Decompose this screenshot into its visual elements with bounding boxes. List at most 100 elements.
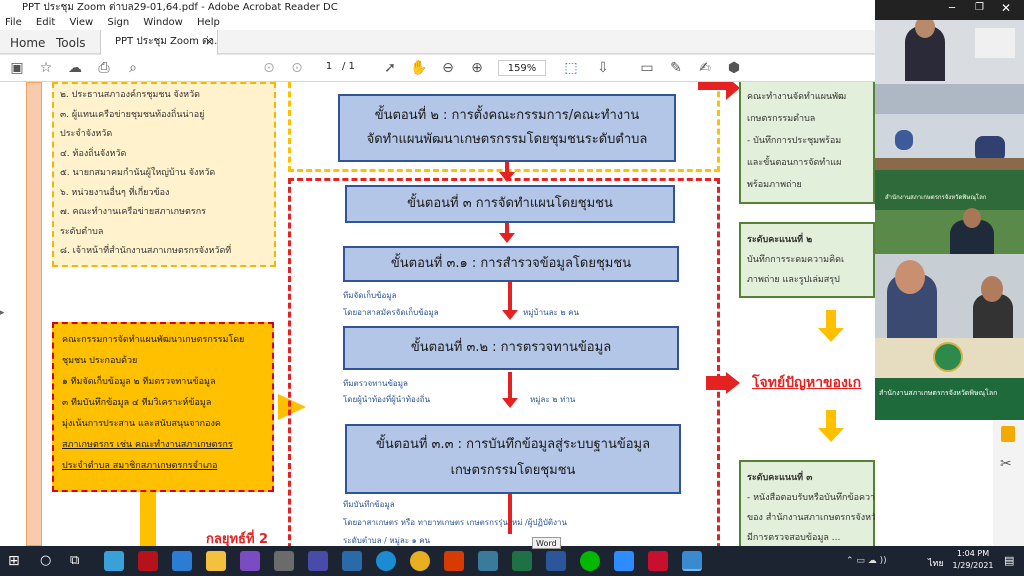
list-line: ๒. ประธานสภาองค์กรชุมชน จังหวัด — [60, 90, 200, 100]
zoom-app-icon[interactable] — [614, 551, 634, 571]
notification-icon[interactable]: ▤ — [1004, 554, 1014, 567]
level3-title: ระดับคะแนนที่ ๓ — [747, 473, 813, 483]
video-tile-host[interactable]: ─ ❐ ✕ — [875, 0, 1024, 84]
office-icon[interactable] — [444, 551, 464, 571]
list-line: ๔. ท้องถิ่นจังหวัด — [60, 148, 127, 159]
side-panel-toggle-icon[interactable]: ▸ — [0, 308, 8, 324]
fit-page-icon[interactable]: ⬚ — [562, 59, 580, 77]
minimize-icon[interactable]: ─ — [949, 3, 955, 14]
arrow-down-head — [502, 398, 518, 408]
committee-line: ๓ ทีมบันทึกข้อมูล ๔ ทีมวิเคราะห์ข้อมูล — [62, 398, 212, 408]
chrome-browser-icon[interactable] — [410, 551, 430, 571]
step33-note-by: โดยอาสาเกษตร หรือ ทายาทเกษตร เกษตรกรรุ่น… — [343, 518, 567, 527]
step3-box: ขั้นตอนที่ ๓ การจัดทำแผนโดยชุมชน — [345, 185, 675, 223]
committee-line: คณะกรรมการจัดทำแผนพัฒนาเกษตรกรรมโดย — [62, 335, 245, 345]
banner-caption: สำนักงานสภาเกษตรกรจังหวัดพิษณุโลก — [885, 194, 987, 201]
file-explorer-icon[interactable] — [206, 551, 226, 571]
arrow-down-head — [502, 310, 518, 320]
bookmark-star-icon[interactable]: ☆ — [37, 59, 55, 77]
save-icon[interactable]: ▣ — [8, 59, 26, 77]
close-icon[interactable]: ✕ — [1001, 1, 1011, 15]
app-icon[interactable] — [478, 551, 498, 571]
app-v-icon[interactable] — [308, 551, 328, 571]
close-tab-icon[interactable]: × — [205, 35, 214, 48]
page-total: / 1 — [342, 61, 355, 72]
step31-box: ขั้นตอนที่ ๓.๑ : การสำรวจข้อมูลโดยชุมชน — [343, 246, 679, 282]
task-view-icon[interactable]: ⧉ — [70, 553, 79, 568]
step33-box: ขั้นตอนที่ ๓.๓ : การบันทึกข้อมูลสู่ระบบฐ… — [345, 424, 681, 494]
start-windows-icon[interactable]: ⊞ — [8, 553, 24, 569]
edge-browser-icon[interactable] — [376, 551, 396, 571]
tab-document[interactable]: PPT ประชุม Zoom ต่า... — [100, 30, 218, 55]
search-zoom-icon[interactable]: ⌕ — [124, 59, 142, 77]
tab-tools[interactable]: Tools — [56, 33, 86, 54]
excel-icon[interactable] — [512, 551, 532, 571]
orange-arrow-down — [826, 310, 836, 330]
sign-icon[interactable]: ✍ — [696, 59, 714, 77]
mail-icon[interactable] — [172, 551, 192, 571]
select-cursor-icon[interactable]: ➚ — [381, 59, 399, 77]
app-l-icon[interactable] — [104, 551, 124, 571]
menu-sign[interactable]: Sign — [107, 17, 129, 28]
mcafee-icon[interactable] — [138, 551, 158, 571]
video-tile-sign[interactable]: สำนักงานสภาเกษตรกรจังหวัดพิษณุโลก — [875, 338, 1024, 420]
acrobat-taskbar-icon[interactable] — [648, 551, 668, 571]
participant-head — [963, 208, 981, 228]
room-table — [875, 158, 1024, 170]
left-timeline-bar — [26, 82, 42, 546]
clock[interactable]: 1:04 PM 1/29/2021 — [952, 548, 994, 572]
restore-icon[interactable]: ❐ — [975, 2, 984, 13]
word-tooltip: Word — [532, 537, 561, 549]
highlight-pen-icon[interactable]: ✎ — [667, 59, 685, 77]
right-info-box: คณะทำงานจัดทำแผนพัฒ เกษตรกรรมตำบล - บันท… — [739, 82, 875, 204]
app-active-icon[interactable] — [682, 551, 702, 571]
line-app-icon[interactable] — [580, 551, 600, 571]
menu-window[interactable]: Window — [143, 17, 182, 28]
menu-view[interactable]: View — [69, 17, 93, 28]
level3-box: ระดับคะแนนที่ ๓ - หนังสือตอบรับหรือบันทึ… — [739, 460, 875, 546]
zoom-out-icon[interactable]: ⊖ — [439, 59, 457, 77]
scroll-mode-icon[interactable]: ⇩ — [594, 59, 612, 77]
search-icon[interactable]: ○ — [40, 553, 51, 568]
upload-cloud-icon[interactable]: ☁ — [66, 59, 84, 77]
visual-studio-icon[interactable] — [240, 551, 260, 571]
next-page-icon[interactable]: ⊙ — [288, 59, 306, 77]
clock-time: 1:04 PM — [956, 549, 990, 558]
video-window-controls: ─ ❐ ✕ — [875, 0, 1024, 20]
right-arrow-top-head — [726, 82, 740, 100]
zoom-value: 159% — [507, 63, 537, 74]
zoom-in-icon[interactable]: ⊕ — [468, 59, 486, 77]
video-tile-banner[interactable]: สำนักงานสภาเกษตรกรจังหวัดพิษณุโลก — [875, 170, 1024, 254]
paint-icon[interactable] — [274, 551, 294, 571]
step31-note-by: โดยอาสาสมัครจัดเก็บข้อมูล — [343, 308, 439, 317]
menu-edit[interactable]: Edit — [36, 17, 55, 28]
comment-icon[interactable]: ▭ — [638, 59, 656, 77]
page-number-input[interactable]: 1 — [320, 61, 338, 75]
list-line: ๖. หน่วยงานอื่นๆ ที่เกี่ยวข้อง — [60, 187, 170, 198]
more-tools-icon[interactable]: ⬢ — [725, 59, 743, 77]
committee-line: มุ่งเน้นการประสาน และสนับสนุนจากองค — [62, 419, 221, 429]
menu-file[interactable]: File — [5, 17, 22, 28]
step32-note-team: ทีมตรวจทานข้อมูล — [343, 379, 408, 388]
document-canvas[interactable]: ๒. ประธานสภาองค์กรชุมชน จังหวัด ๓. ผู้แท… — [0, 82, 875, 546]
tray-icons[interactable]: ⌃ ▭ ☁ )) — [846, 556, 887, 566]
hand-tool-icon[interactable]: ✋ — [410, 59, 428, 77]
app-icon[interactable] — [342, 551, 362, 571]
room-ceiling — [875, 84, 1024, 114]
export-pdf-icon[interactable] — [1001, 426, 1015, 442]
menu-help[interactable]: Help — [197, 17, 220, 28]
edit-tools-icon[interactable]: ✂ — [1000, 456, 1012, 472]
print-icon[interactable]: ⎙ — [95, 59, 113, 77]
zoom-level-select[interactable]: 159% — [498, 60, 546, 76]
step3-title: ขั้นตอนที่ ๓ การจัดทำแผนโดยชุมชน — [407, 196, 613, 211]
right-info-line: และขั้นตอนการจัดทำแผ — [747, 158, 842, 168]
video-tile-two-people[interactable] — [875, 254, 1024, 338]
arrow-down — [508, 372, 512, 400]
word-icon[interactable] — [546, 551, 566, 571]
tab-home[interactable]: Home — [10, 33, 45, 54]
problem-arrow — [706, 376, 728, 390]
video-tile-room[interactable] — [875, 84, 1024, 170]
previous-page-icon[interactable]: ⊙ — [260, 59, 278, 77]
language-indicator[interactable]: ไทย — [928, 556, 944, 570]
step31-note-team: ทีมจัดเก็บข้อมูล — [343, 291, 397, 300]
